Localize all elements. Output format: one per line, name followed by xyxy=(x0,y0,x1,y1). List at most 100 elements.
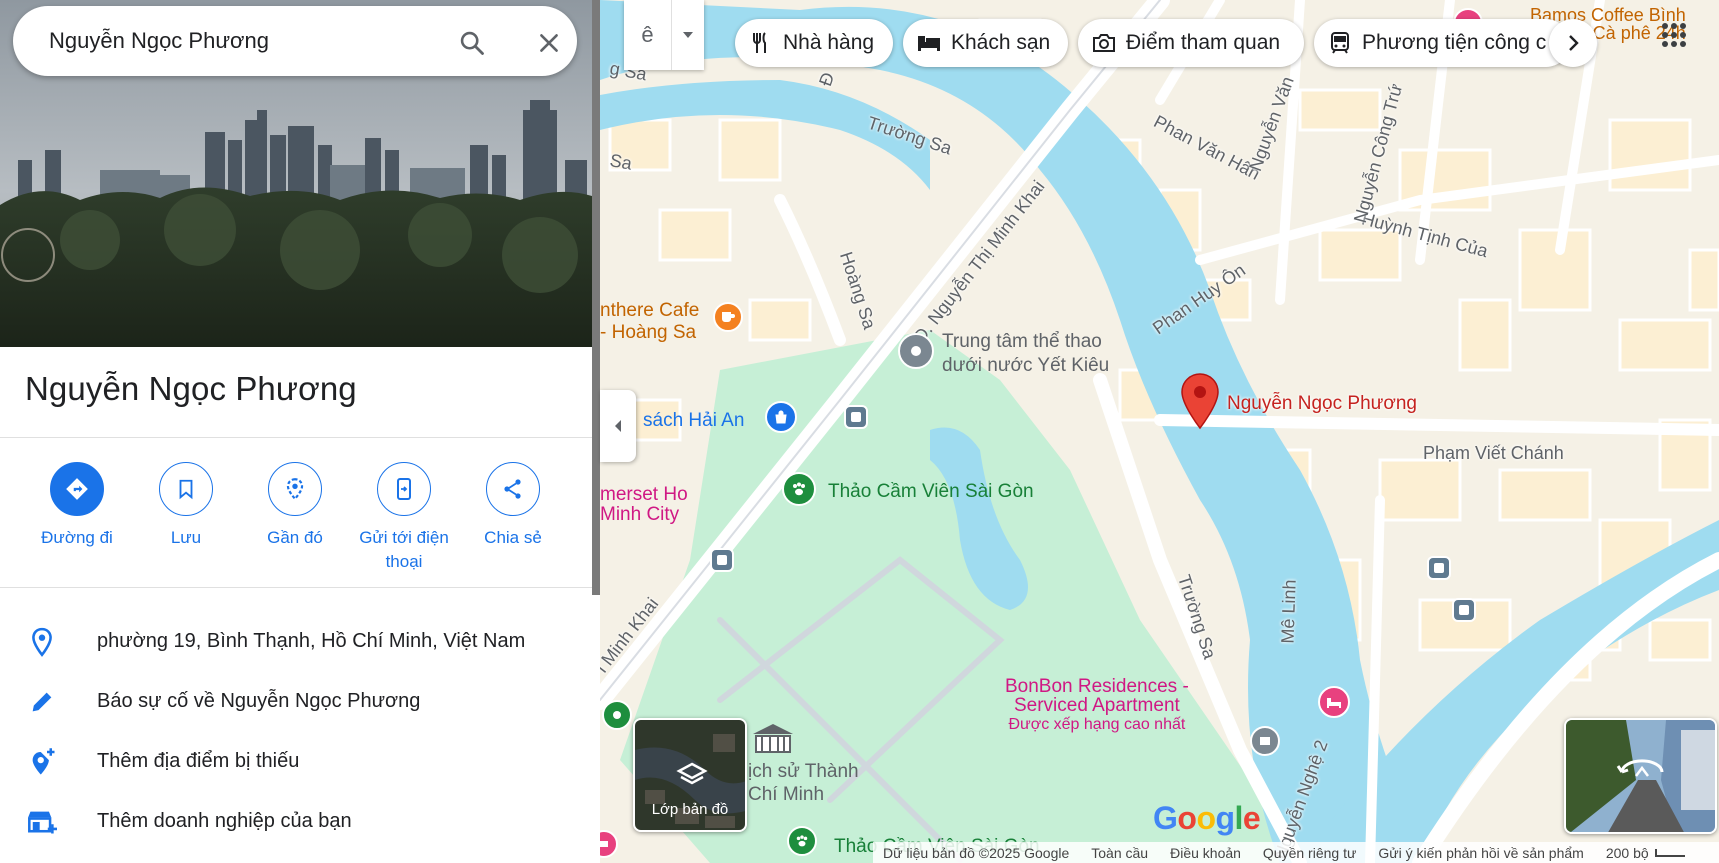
footer-global-link[interactable]: Toàn cầu xyxy=(1091,845,1148,861)
share-label: Chia sẻ xyxy=(484,528,542,547)
selected-place-label[interactable]: Nguyễn Ngọc Phương xyxy=(1227,393,1417,415)
search-button[interactable] xyxy=(452,23,492,63)
poi-bonbon-label[interactable]: BonBon Residences - Serviced Apartment Đ… xyxy=(1005,677,1189,734)
poi-museum-line: Chí Minh xyxy=(748,784,825,805)
apps-grid-icon xyxy=(1662,23,1686,47)
nearby-label: Gần đó xyxy=(267,528,323,547)
sports-center-icon[interactable] xyxy=(898,333,934,369)
poi-bonbon-line: BonBon Residences - xyxy=(1005,676,1189,697)
map-pin-icon xyxy=(1181,373,1219,430)
add-missing-place-text: Thêm địa điểm bị thiếu xyxy=(97,750,300,772)
restaurant-icon xyxy=(753,32,766,53)
map-data-attribution: Dữ liệu bản đồ ©2025 Google xyxy=(883,844,1070,861)
poi-cafe-line: - Hoàng Sa xyxy=(600,322,697,343)
museum-icon[interactable] xyxy=(750,722,796,756)
close-icon xyxy=(540,34,558,52)
camera-icon xyxy=(1093,34,1115,52)
poi-museum-label[interactable]: ịch sử Thành Chí Minh xyxy=(748,760,859,806)
search-input[interactable] xyxy=(49,26,429,56)
chip-hotels[interactable]: Khách sạn xyxy=(903,19,1068,67)
send-to-phone-button[interactable]: Gửi tới điện thoại xyxy=(349,462,459,574)
street-label: Mê Linh xyxy=(1277,579,1300,644)
add-missing-place-row[interactable]: Thêm địa điểm bị thiếu xyxy=(0,733,592,791)
poi-museum-line: ịch sử Thành xyxy=(748,761,859,782)
bus-stop-icon[interactable] xyxy=(1452,598,1476,622)
transit-icon xyxy=(1331,32,1349,54)
zoo-icon[interactable] xyxy=(782,472,816,506)
poi-somerset-line: Minh City xyxy=(600,504,680,525)
paw-icon xyxy=(796,835,808,847)
search-icon xyxy=(460,31,484,55)
scale-bar xyxy=(1654,848,1685,857)
place-panel: Nguyễn Ngọc Phương Đường đi Lưu Gần đó G… xyxy=(0,0,592,863)
poi-bonbon-line: Serviced Apartment xyxy=(1013,695,1180,716)
panel-edge xyxy=(592,595,600,863)
chip-label: Điểm tham quan xyxy=(1126,31,1281,54)
poi-sports-line: dưới nước Yết Kiêu xyxy=(942,355,1110,376)
divider xyxy=(0,437,592,438)
layers-button[interactable]: Lớp bản đồ xyxy=(633,718,747,832)
address-text: phường 19, Bình Thạnh, Hồ Chí Minh, Việt… xyxy=(97,630,526,652)
share-icon xyxy=(504,479,521,499)
poi-bookstore-label[interactable]: sách Hải An xyxy=(643,410,744,432)
map-type-toggle[interactable]: ê xyxy=(624,0,704,70)
add-business-row[interactable]: Thêm doanh nghiệp của bạn xyxy=(0,793,592,851)
poi-zoo-label[interactable]: Thảo Cầm Viên Sài Gòn xyxy=(828,481,1034,503)
add-location-icon xyxy=(32,748,55,775)
bookmark-icon xyxy=(179,479,193,500)
nearby-icon xyxy=(286,478,304,501)
chip-restaurants[interactable]: Nhà hàng xyxy=(735,19,893,67)
map-scale[interactable]: 200 bộ xyxy=(1606,845,1649,861)
share-button[interactable]: Chia sẻ xyxy=(458,462,568,550)
caret-left-icon xyxy=(615,420,621,432)
bus-stop-icon[interactable] xyxy=(1427,556,1451,580)
add-business-icon xyxy=(28,811,57,834)
map-canvas[interactable]: Trường Sa Sa g Sa Đ. Nguyễn Thị Minh Kha… xyxy=(600,0,1719,863)
apps-grid-button[interactable] xyxy=(1661,22,1687,48)
directions-icon xyxy=(66,478,88,500)
shopping-icon[interactable] xyxy=(765,401,797,433)
footer-privacy-link[interactable]: Quyền riêng tư xyxy=(1263,845,1356,861)
save-button[interactable]: Lưu xyxy=(131,462,241,550)
bed-icon xyxy=(1327,698,1341,708)
cup-icon xyxy=(722,312,735,322)
directions-label: Đường đi xyxy=(41,528,113,547)
museum-building-icon xyxy=(753,724,793,753)
school-icon[interactable] xyxy=(1250,726,1280,756)
hotel-icon[interactable] xyxy=(1318,686,1350,718)
poi-sports-line: Trung tâm thể thao xyxy=(942,331,1102,352)
report-issue-row[interactable]: Báo sự cố về Nguyễn Ngọc Phương xyxy=(0,673,592,731)
send-to-phone-label: Gửi tới điện thoại xyxy=(359,528,449,571)
phone-icon xyxy=(397,478,411,500)
layers-label: Lớp bản đồ xyxy=(651,801,729,818)
footer-feedback-link[interactable]: Gửi ý kiến phản hồi về sản phẩm xyxy=(1378,845,1584,861)
caret-down-icon xyxy=(683,32,693,38)
cafe-icon[interactable] xyxy=(713,302,743,332)
chips-next-button[interactable] xyxy=(1549,19,1597,67)
save-label: Lưu xyxy=(170,528,202,547)
chip-attractions[interactable]: Điểm tham quan xyxy=(1078,19,1304,67)
chip-label: Nhà hàng xyxy=(783,31,875,54)
address-row[interactable]: phường 19, Bình Thạnh, Hồ Chí Minh, Việt… xyxy=(0,613,592,671)
add-business-text: Thêm doanh nghiệp của bạn xyxy=(97,810,352,832)
street-label: Sa xyxy=(608,150,634,174)
poi-cafe-label[interactable]: nthere Cafe - Hoàng Sa xyxy=(600,300,699,344)
nearby-button[interactable]: Gần đó xyxy=(240,462,350,550)
directions-button[interactable]: Đường đi xyxy=(22,462,132,550)
panel-scrollbar[interactable] xyxy=(592,0,600,595)
bag-icon xyxy=(775,410,787,424)
poi-sports-label[interactable]: Trung tâm thể thao dưới nước Yết Kiêu xyxy=(942,330,1109,378)
bus-stop-icon[interactable] xyxy=(844,405,868,429)
poi-somerset-label[interactable]: merset Ho Minh City xyxy=(600,485,688,525)
park-icon[interactable] xyxy=(602,700,632,730)
hotel-bed-icon xyxy=(918,36,940,51)
bus-stop-icon[interactable] xyxy=(710,548,734,572)
zoo-icon[interactable] xyxy=(787,826,817,856)
footer-terms-link[interactable]: Điều khoản xyxy=(1170,845,1241,861)
street-view-button[interactable] xyxy=(1564,718,1717,834)
collapse-panel-button[interactable] xyxy=(600,390,636,462)
selected-place-pin[interactable] xyxy=(1180,372,1220,430)
map-type-dropdown[interactable] xyxy=(672,0,704,70)
clear-search-button[interactable] xyxy=(529,23,569,63)
chip-transit[interactable]: Phương tiện công c xyxy=(1314,19,1570,67)
